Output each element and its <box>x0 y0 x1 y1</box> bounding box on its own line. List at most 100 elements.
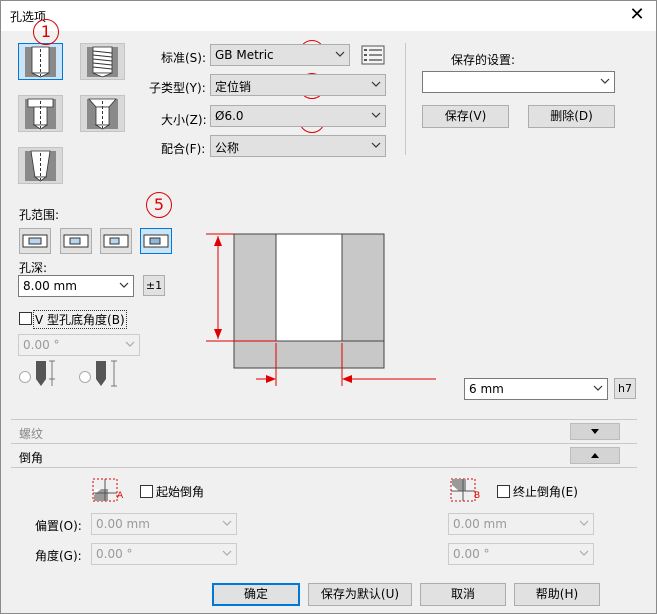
settings-separator <box>405 43 406 155</box>
up-to-icon <box>103 234 129 248</box>
drill-point-radio-1[interactable] <box>19 371 31 383</box>
start-angle-value: 0.00 ° <box>96 547 133 561</box>
chamfer-end-tag: B <box>474 491 481 501</box>
saved-settings-label: 保存的设置: <box>451 53 516 67</box>
hole-type-threaded-button[interactable] <box>80 43 125 80</box>
chevron-down-icon <box>119 282 129 288</box>
delete-button[interactable]: 删除(D) <box>528 105 615 128</box>
start-angle-input: 0.00 ° <box>91 543 237 565</box>
counterbore-hole-icon <box>25 98 56 130</box>
drill-point-radio-2[interactable] <box>79 371 91 383</box>
v-angle-checkbox[interactable] <box>19 312 32 325</box>
title-bar: 孔选项 ✕ <box>1 1 656 31</box>
fit-dropdown[interactable]: 公称 <box>210 135 386 157</box>
size-dropdown[interactable]: Ø6.0 <box>210 105 386 127</box>
thread-section-label: 螺纹 <box>19 427 44 441</box>
to-next-icon <box>63 234 89 248</box>
v-angle-label: V 型孔底角度(B) <box>33 310 127 329</box>
thread-section-top-divider <box>11 419 637 420</box>
hole-type-simple-button[interactable] <box>18 43 63 80</box>
chevron-down-icon <box>579 550 589 556</box>
close-icon[interactable]: ✕ <box>626 4 648 26</box>
v-angle-value: 0.00 ° <box>23 338 60 352</box>
subtype-value: 定位销 <box>215 80 252 94</box>
diameter-input[interactable]: 6 mm <box>464 378 608 400</box>
ok-button[interactable]: 确定 <box>212 583 300 606</box>
end-offset-input: 0.00 mm <box>448 513 594 535</box>
end-chamfer-label: 终止倒角(E) <box>513 485 578 499</box>
start-offset-input: 0.00 mm <box>91 513 237 535</box>
hole-type-countersink-button[interactable] <box>80 95 125 132</box>
standard-dropdown[interactable]: GB Metric <box>210 44 350 66</box>
standard-label: 标准(S): <box>161 51 207 65</box>
angle-label: 角度(G): <box>35 549 82 563</box>
start-chamfer-label: 起始倒角 <box>156 485 205 499</box>
chevron-down-icon <box>371 112 381 118</box>
tapered-hole-icon <box>25 150 56 182</box>
countersink-hole-icon <box>87 98 118 130</box>
help-button[interactable]: 帮助(H) <box>514 583 600 606</box>
hole-type-tapered-button[interactable] <box>18 147 63 184</box>
blind-hole-icon <box>143 234 169 248</box>
chevron-down-icon <box>371 81 381 87</box>
hole-preview-diagram <box>206 233 436 386</box>
thread-section-bottom-divider <box>11 443 637 444</box>
chamfer-section-label: 倒角 <box>19 451 44 465</box>
v-angle-input: 0.00 ° <box>18 334 140 356</box>
thread-expand-button[interactable] <box>570 423 620 440</box>
range-up-to-button[interactable] <box>100 228 132 254</box>
database-list-icon <box>361 45 385 65</box>
end-offset-value: 0.00 mm <box>453 517 507 531</box>
diameter-value: 6 mm <box>469 382 504 396</box>
fit-value: 公称 <box>215 141 240 155</box>
hole-type-counterbore-button[interactable] <box>18 95 63 132</box>
cancel-button[interactable]: 取消 <box>420 583 506 606</box>
end-chamfer-checkbox[interactable] <box>497 485 510 498</box>
chevron-down-icon <box>222 550 232 556</box>
chamfer-section-divider <box>11 467 637 468</box>
chevron-down-icon <box>600 78 610 84</box>
hole-options-dialog: 孔选项 ✕ 1 5 标准(S): GB Metric 子类型(Y): 定位销 大… <box>0 0 657 614</box>
range-through-all-button[interactable] <box>19 228 51 254</box>
hole-depth-value: 8.00 mm <box>23 279 77 293</box>
expand-down-icon <box>591 429 599 434</box>
chamfer-start-tag: A <box>117 491 124 501</box>
chevron-down-icon <box>371 142 381 148</box>
start-offset-value: 0.00 mm <box>96 517 150 531</box>
fit-label: 配合(F): <box>161 142 206 156</box>
size-label: 大小(Z): <box>161 113 207 127</box>
save-button[interactable]: 保存(V) <box>422 105 509 128</box>
range-to-next-button[interactable] <box>60 228 92 254</box>
save-as-default-button[interactable]: 保存为默认(U) <box>308 583 412 606</box>
start-chamfer-checkbox[interactable] <box>140 485 153 498</box>
chevron-down-icon <box>335 51 345 57</box>
hole-depth-label: 孔深: <box>19 261 48 275</box>
chevron-down-icon <box>222 520 232 526</box>
diameter-fit-button[interactable]: h7 <box>614 378 636 399</box>
standard-value: GB Metric <box>215 48 274 62</box>
simple-hole-icon <box>25 46 56 78</box>
hole-range-label: 孔范围: <box>19 208 60 222</box>
range-blind-button[interactable] <box>140 228 172 254</box>
annotation-marker-1: 1 <box>33 19 59 45</box>
drill-point-full-icon <box>96 360 117 387</box>
through-all-icon <box>22 234 48 248</box>
chevron-down-icon <box>593 385 603 391</box>
subtype-dropdown[interactable]: 定位销 <box>210 74 386 96</box>
threaded-hole-icon <box>87 46 118 78</box>
end-angle-input: 0.00 ° <box>448 543 594 565</box>
chevron-down-icon <box>125 341 135 347</box>
standards-database-button[interactable] <box>360 43 386 67</box>
collapse-up-icon <box>591 453 599 458</box>
subtype-label: 子类型(Y): <box>149 81 206 95</box>
end-angle-value: 0.00 ° <box>453 547 490 561</box>
saved-settings-dropdown[interactable] <box>422 71 615 93</box>
offset-label: 偏置(O): <box>35 519 82 533</box>
hole-depth-input[interactable]: 8.00 mm <box>18 275 134 297</box>
annotation-marker-5: 5 <box>146 192 172 218</box>
chamfer-collapse-button[interactable] <box>570 447 620 464</box>
depth-tolerance-button[interactable]: ±1 <box>143 275 165 296</box>
size-value: Ø6.0 <box>215 109 244 123</box>
drill-point-tip-icon <box>36 360 55 386</box>
chevron-down-icon <box>579 520 589 526</box>
